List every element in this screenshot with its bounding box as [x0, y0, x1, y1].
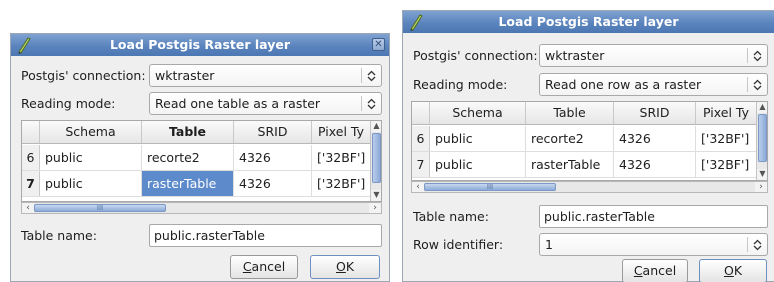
reading-mode-select[interactable]: Read one row as a raster	[539, 73, 768, 96]
connection-value: wktraster	[155, 68, 215, 83]
qgis-pencil-icon	[18, 37, 31, 54]
corner-cell	[22, 121, 40, 143]
cell-srid[interactable]: 4326	[234, 171, 312, 196]
horizontal-scrollbar[interactable]: ‹ III ›	[411, 181, 768, 193]
column-header-schema[interactable]: Schema	[40, 121, 142, 143]
cell-pixel-type[interactable]: ['32BF']	[312, 145, 370, 170]
connection-select[interactable]: wktraster	[149, 64, 382, 87]
vertical-scroll-thumb[interactable]	[372, 133, 381, 183]
column-header-srid[interactable]: SRID	[234, 121, 312, 143]
column-header-schema[interactable]: Schema	[430, 102, 526, 124]
reading-mode-label: Reading mode:	[413, 77, 508, 92]
vertical-scroll-thumb[interactable]	[758, 114, 767, 162]
connection-label: Postgis' connection:	[413, 48, 538, 63]
table-name-field[interactable]: public.rasterTable	[149, 224, 382, 247]
cancel-button[interactable]: Cancel	[230, 255, 298, 279]
table-header: Schema Table SRID Pixel Ty	[22, 121, 370, 144]
row-number: 6	[22, 145, 40, 170]
table-row[interactable]: 7 public rasterTable 4326 ['32BF']	[412, 152, 756, 178]
dialog-title-bar[interactable]: Load Postgis Raster layer	[403, 11, 774, 33]
cell-schema[interactable]: public	[430, 126, 526, 151]
scroll-right-icon[interactable]: ›	[755, 182, 767, 192]
scroll-left-icon[interactable]: ‹	[412, 182, 424, 192]
table-header: Schema Table SRID Pixel Ty	[412, 102, 756, 125]
cancel-mnemonic: C	[633, 263, 643, 278]
horizontal-scroll-thumb[interactable]: III	[34, 204, 166, 212]
close-icon[interactable]: ✕	[372, 38, 385, 51]
connection-label: Postgis' connection:	[21, 68, 146, 83]
cell-schema[interactable]: public	[40, 145, 142, 170]
column-header-pixel-type[interactable]: Pixel Ty	[696, 102, 756, 124]
column-header-table[interactable]: Table	[142, 121, 234, 143]
reading-mode-value: Read one table as a raster	[155, 96, 321, 111]
cell-srid[interactable]: 4326	[614, 152, 696, 177]
raster-table: Schema Table SRID Pixel Ty 6 public reco…	[21, 120, 382, 202]
cell-table-selected[interactable]: rasterTable	[142, 171, 234, 196]
horizontal-scrollbar[interactable]: ‹ III ›	[21, 202, 382, 214]
row-identifier-value: 1	[545, 237, 553, 252]
table-name-field[interactable]: public.rasterTable	[539, 205, 768, 228]
vertical-scrollbar[interactable]: ▲ ▼	[756, 102, 767, 180]
ok-mnemonic: O	[335, 259, 346, 274]
cell-srid[interactable]: 4326	[234, 145, 312, 170]
row-identifier-select[interactable]: 1	[539, 233, 768, 256]
vertical-scrollbar[interactable]: ▲ ▼	[370, 121, 381, 201]
dialog-title: Load Postgis Raster layer	[498, 14, 679, 29]
reading-mode-select[interactable]: Read one table as a raster	[149, 92, 382, 115]
corner-cell	[412, 102, 430, 124]
scroll-up-icon[interactable]: ▲	[371, 121, 381, 132]
scroll-up-icon[interactable]: ▲	[757, 102, 767, 113]
updown-arrow-icon	[753, 50, 762, 62]
table-row[interactable]: 6 public recorte2 4326 ['32BF']	[22, 145, 370, 171]
reading-mode-value: Read one row as a raster	[545, 77, 702, 92]
table-row[interactable]: 6 public recorte2 4326 ['32BF']	[412, 126, 756, 152]
column-header-srid[interactable]: SRID	[614, 102, 696, 124]
cell-table[interactable]: rasterTable	[526, 152, 614, 177]
scroll-down-icon[interactable]: ▼	[757, 169, 767, 180]
cell-schema[interactable]: public	[430, 152, 526, 177]
ok-mnemonic: O	[723, 263, 734, 278]
cell-srid[interactable]: 4326	[614, 126, 696, 151]
row-number: 7	[22, 171, 40, 196]
updown-arrow-icon	[367, 70, 376, 82]
table-name-label: Table name:	[21, 228, 97, 243]
column-header-table[interactable]: Table	[526, 102, 614, 124]
row-number: 7	[412, 152, 430, 177]
raster-table: Schema Table SRID Pixel Ty 6 public reco…	[411, 101, 768, 181]
connection-select[interactable]: wktraster	[539, 44, 768, 67]
ok-button[interactable]: OK	[699, 259, 767, 282]
dialog-title: Load Postgis Raster layer	[109, 37, 291, 52]
table-name-label: Table name:	[413, 209, 489, 224]
load-raster-dialog-table-mode: Load Postgis Raster layer ✕ Postgis' con…	[10, 33, 390, 282]
qgis-pencil-icon	[410, 14, 423, 31]
scroll-right-icon[interactable]: ›	[369, 203, 381, 213]
cell-pixel-type[interactable]: ['32BF']	[312, 171, 370, 196]
table-row-selected[interactable]: 7 public rasterTable 4326 ['32BF']	[22, 171, 370, 197]
column-header-pixel-type[interactable]: Pixel Ty	[312, 121, 370, 143]
updown-arrow-icon	[753, 239, 762, 251]
load-raster-dialog-row-mode: Load Postgis Raster layer Postgis' conne…	[402, 10, 774, 282]
dialog-title-bar[interactable]: Load Postgis Raster layer ✕	[11, 34, 389, 56]
row-identifier-label: Row identifier:	[413, 237, 504, 252]
cell-pixel-type[interactable]: ['32BF']	[696, 152, 756, 177]
row-number: 6	[412, 126, 430, 151]
table-name-value: public.rasterTable	[154, 228, 265, 243]
updown-arrow-icon	[753, 79, 762, 91]
updown-arrow-icon	[367, 98, 376, 110]
reading-mode-label: Reading mode:	[21, 96, 116, 111]
connection-value: wktraster	[545, 48, 605, 63]
cell-table[interactable]: recorte2	[142, 145, 234, 170]
ok-button[interactable]: OK	[310, 255, 380, 279]
scroll-down-icon[interactable]: ▼	[371, 190, 381, 201]
horizontal-scroll-thumb[interactable]: III	[424, 183, 556, 191]
cell-schema[interactable]: public	[40, 171, 142, 196]
cell-table[interactable]: recorte2	[526, 126, 614, 151]
cell-pixel-type[interactable]: ['32BF']	[696, 126, 756, 151]
scroll-left-icon[interactable]: ‹	[22, 203, 34, 213]
cancel-mnemonic: C	[242, 259, 252, 274]
table-name-value: public.rasterTable	[544, 209, 655, 224]
cancel-button[interactable]: Cancel	[622, 259, 688, 282]
